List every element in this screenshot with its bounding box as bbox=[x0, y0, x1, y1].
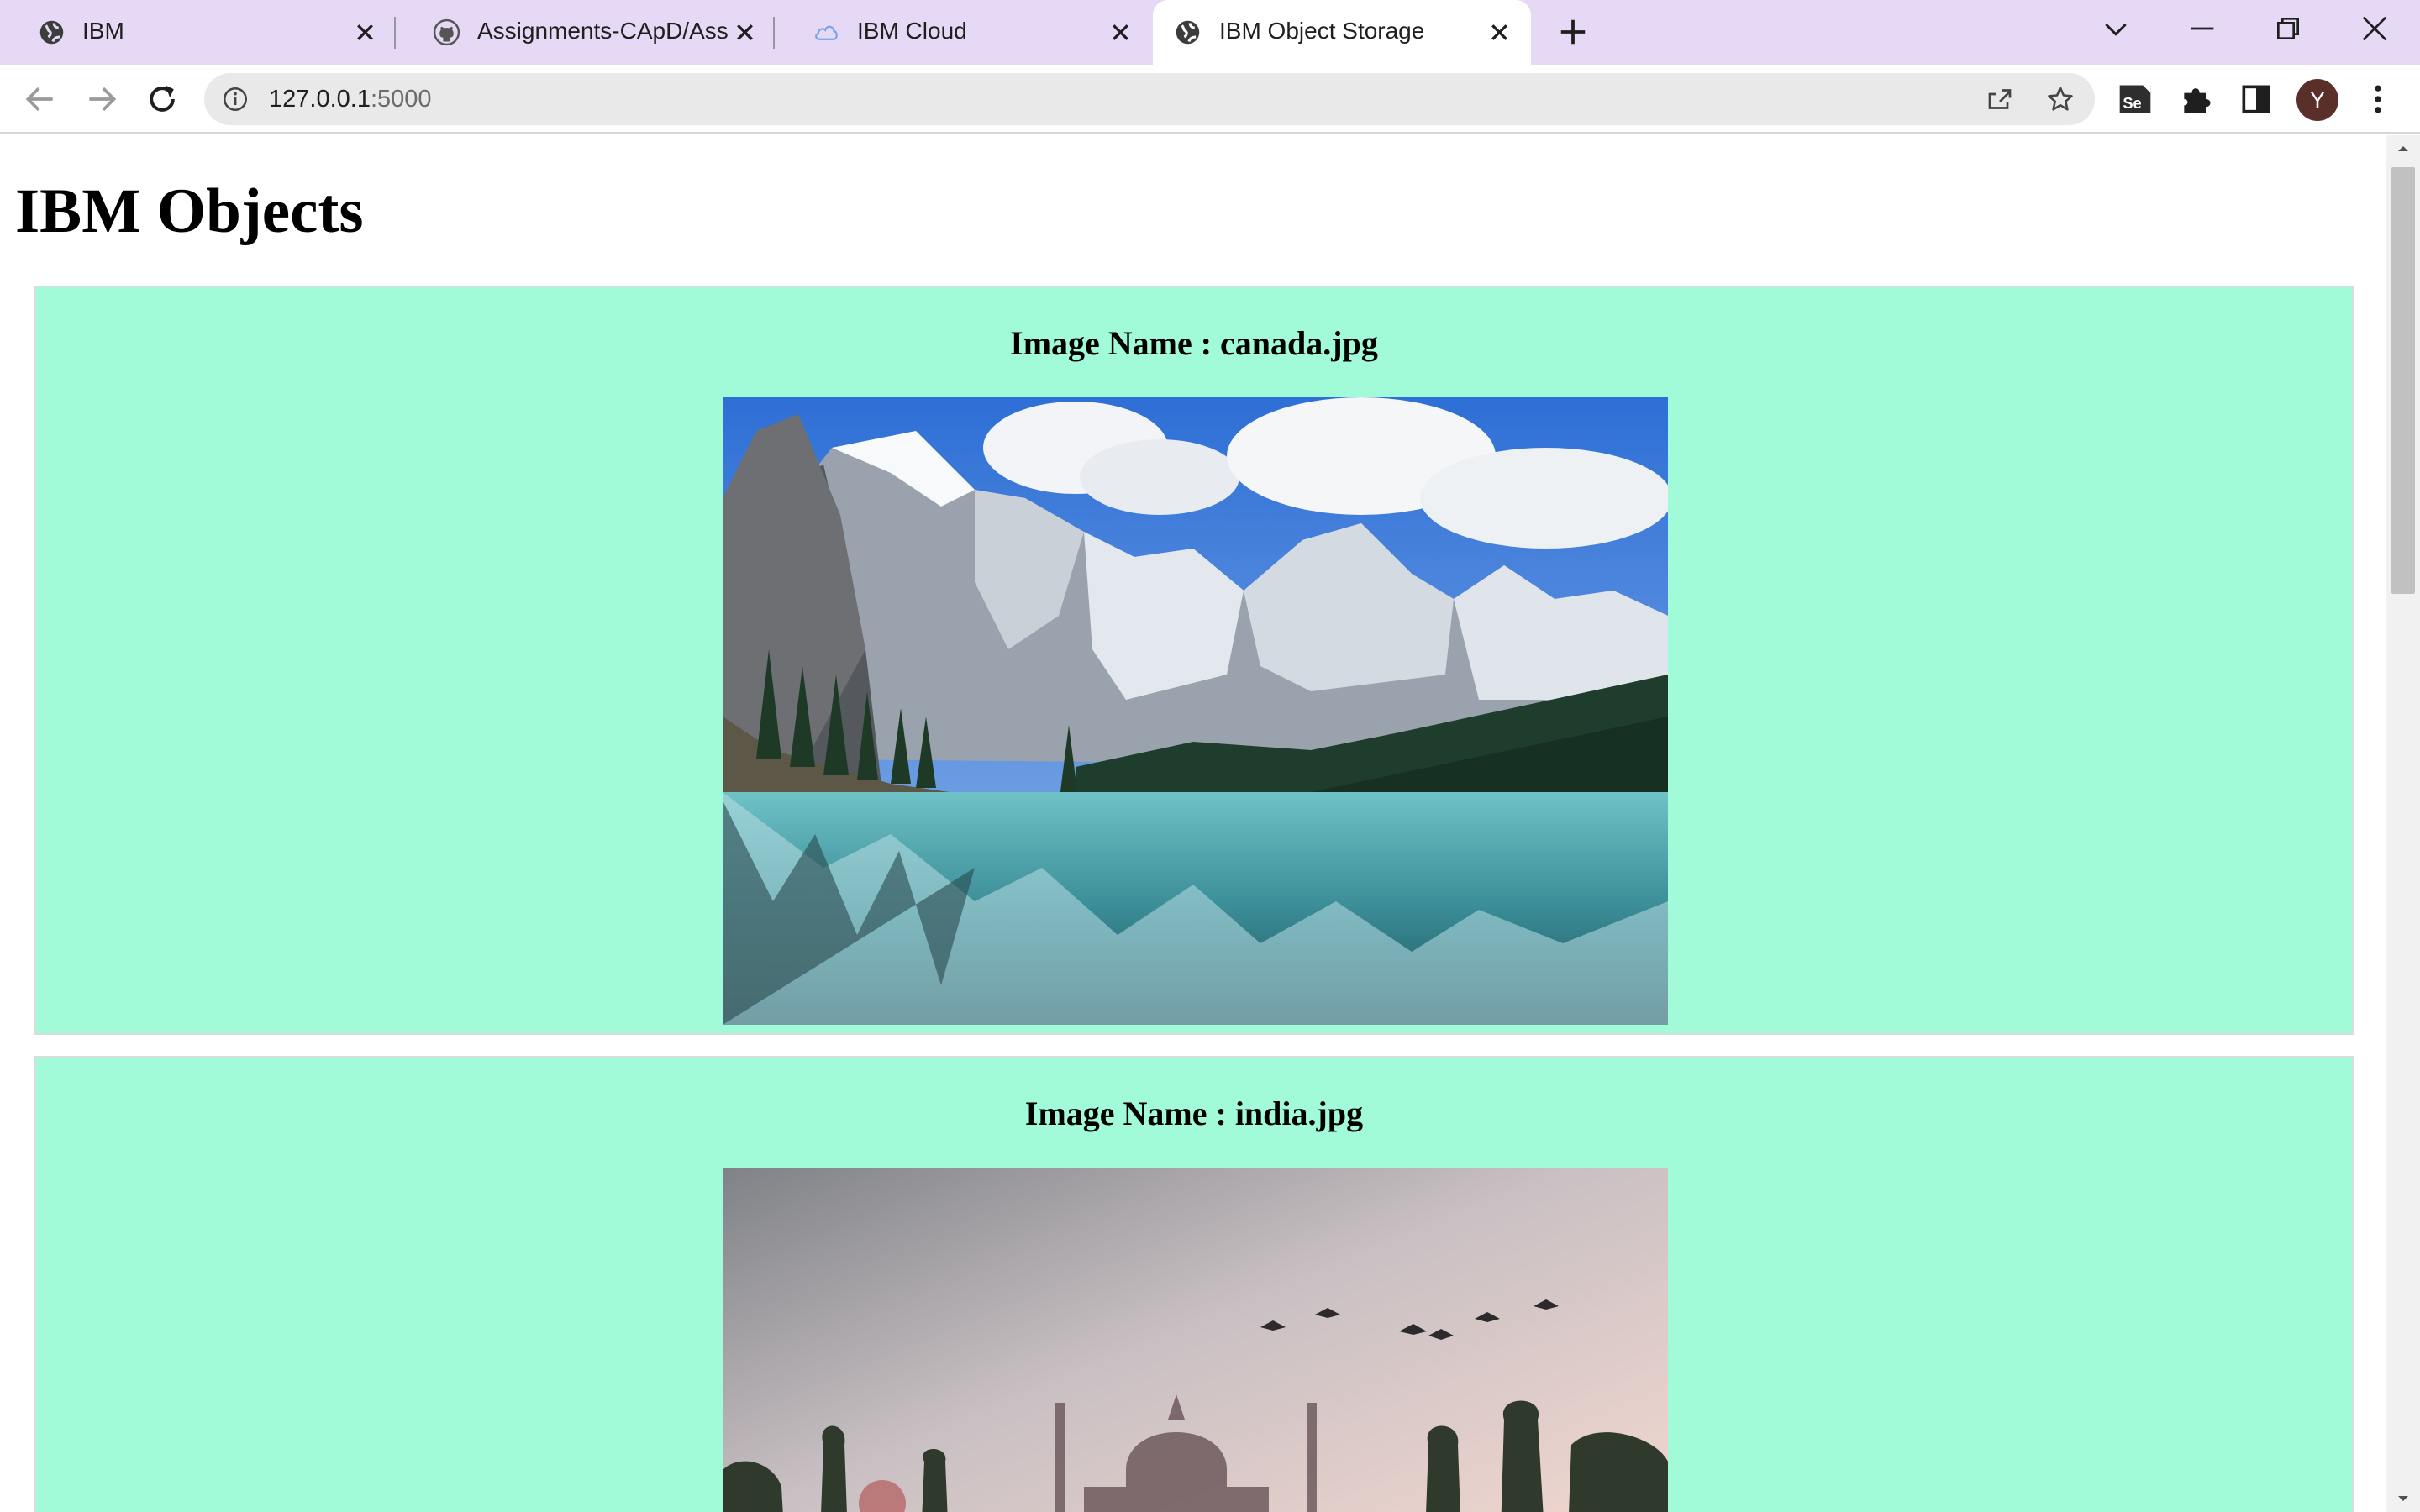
url-port: :5000 bbox=[370, 86, 432, 113]
image-name-label: Image Name : bbox=[1010, 324, 1221, 362]
scroll-down-arrow-icon[interactable] bbox=[2395, 1490, 2412, 1507]
back-icon[interactable] bbox=[22, 81, 59, 118]
tab-ibm[interactable]: IBM bbox=[0, 0, 391, 65]
image-caption: Image Name : india.jpg bbox=[36, 1093, 2352, 1135]
tab-title: IBM Object Storage bbox=[1219, 18, 1425, 44]
page-scrollbar[interactable] bbox=[2386, 135, 2420, 1512]
profile-avatar[interactable]: Y bbox=[2296, 79, 2338, 121]
close-tab-icon[interactable] bbox=[1486, 18, 1513, 46]
extensions-puzzle-icon[interactable] bbox=[2178, 81, 2215, 118]
url-host: 127.0.0.1 bbox=[269, 86, 371, 113]
close-window-icon[interactable] bbox=[2358, 12, 2391, 45]
close-tab-icon[interactable] bbox=[731, 18, 759, 46]
globe-icon bbox=[1176, 20, 1200, 45]
tab-github[interactable]: Assignments-CApD/Assig bbox=[395, 0, 773, 65]
cloud-icon bbox=[815, 25, 838, 40]
image-file-name: canada.jpg bbox=[1220, 324, 1378, 362]
tab-ibm-cloud[interactable]: IBM Cloud bbox=[775, 0, 1153, 65]
tab-strip: IBM Assignments-CApD/Assig IBM Cloud IBM… bbox=[0, 0, 2420, 65]
address-bar[interactable]: 127.0.0.1:5000 bbox=[204, 73, 2095, 125]
star-icon[interactable] bbox=[2045, 84, 2075, 114]
mountain-lake-image bbox=[723, 397, 1668, 1025]
page-title: IBM Objects bbox=[15, 176, 364, 246]
globe-icon bbox=[39, 20, 64, 45]
tab-search-icon[interactable] bbox=[2099, 12, 2133, 45]
share-icon[interactable] bbox=[1985, 84, 2015, 114]
minimize-icon[interactable] bbox=[2186, 12, 2219, 45]
browser-toolbar: 127.0.0.1:5000 Se Y bbox=[0, 65, 2420, 134]
reload-icon[interactable] bbox=[144, 81, 181, 118]
page-viewport: IBM Objects Image Name : canada.jpg Imag… bbox=[0, 135, 2386, 1512]
more-menu-icon[interactable] bbox=[2360, 81, 2396, 118]
site-info-icon[interactable] bbox=[221, 85, 250, 113]
image-card-canada: Image Name : canada.jpg bbox=[34, 286, 2354, 1035]
tab-title: Assignments-CApD/Assig bbox=[477, 18, 729, 44]
new-tab-icon[interactable] bbox=[1557, 16, 1589, 48]
taj-mahal-image bbox=[723, 1168, 1668, 1512]
forward-icon[interactable] bbox=[83, 81, 120, 118]
image-file-name: india.jpg bbox=[1234, 1095, 1364, 1132]
image-canada bbox=[723, 397, 1668, 1025]
tab-title: IBM bbox=[82, 18, 124, 44]
selenium-extension-icon[interactable]: Se bbox=[2117, 81, 2154, 118]
tab-title: IBM Cloud bbox=[857, 18, 967, 44]
image-caption: Image Name : canada.jpg bbox=[36, 323, 2352, 365]
tab-ibm-object-storage[interactable]: IBM Object Storage bbox=[1153, 0, 1531, 65]
image-card-india: Image Name : india.jpg bbox=[34, 1056, 2354, 1512]
url-text[interactable]: 127.0.0.1:5000 bbox=[269, 84, 432, 114]
image-india bbox=[723, 1168, 1668, 1512]
scroll-up-arrow-icon[interactable] bbox=[2395, 140, 2412, 157]
svg-text:Se: Se bbox=[2123, 94, 2141, 112]
github-icon bbox=[433, 18, 460, 46]
image-name-label: Image Name : bbox=[1024, 1095, 1235, 1132]
side-panel-icon[interactable] bbox=[2238, 81, 2275, 118]
close-tab-icon[interactable] bbox=[351, 18, 379, 46]
restore-icon[interactable] bbox=[2271, 12, 2305, 45]
scrollbar-thumb[interactable] bbox=[2391, 167, 2415, 594]
close-tab-icon[interactable] bbox=[1107, 18, 1134, 46]
